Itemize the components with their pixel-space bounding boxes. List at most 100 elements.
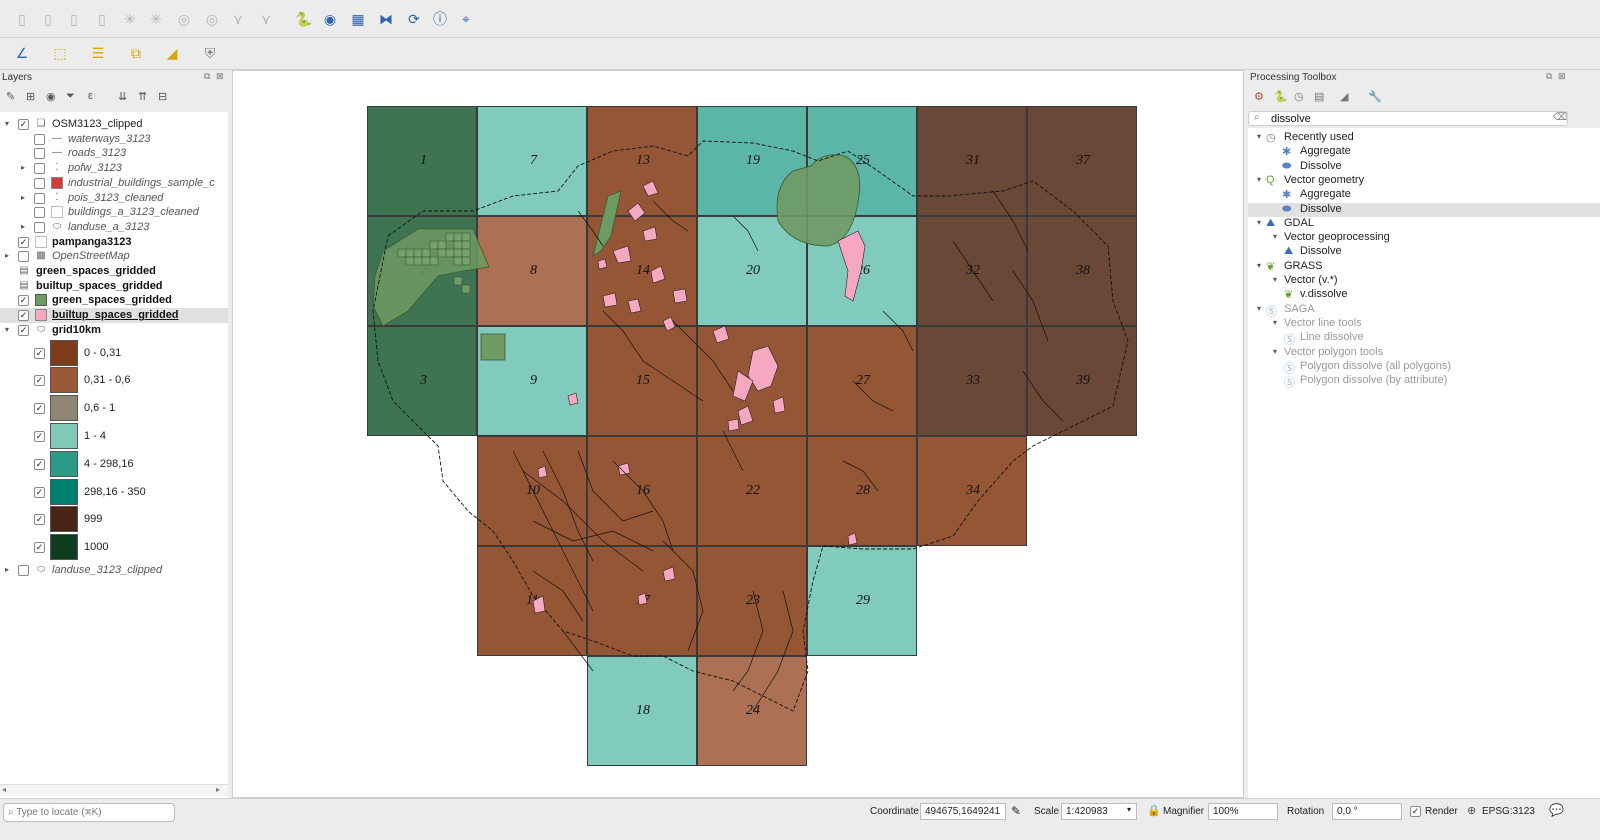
scroll-right-icon[interactable]: ▸ (216, 785, 220, 794)
histogram-icon[interactable]: ▯ (12, 9, 32, 29)
profile-tool-icon[interactable]: ∠ (12, 43, 32, 63)
label-tool-icon[interactable]: ◢ (162, 43, 182, 63)
layer-row[interactable]: ▸ ⁚ pofw_3123 (0, 161, 228, 176)
vertex-tool-icon[interactable]: ⋎ (228, 9, 248, 29)
toolbox-row[interactable]: ▾ Q Vector geometry (1248, 174, 1600, 188)
circle2-icon[interactable]: ◎ (202, 9, 222, 29)
osm-plugin-icon[interactable]: ◉ (320, 9, 340, 29)
legend-item-checkbox[interactable]: ✓ (34, 542, 45, 554)
layer-row[interactable]: ▸ ⬭ landuse_3123_clipped (0, 563, 228, 578)
locate-input[interactable]: ⌕ Type to locate (⌘K) (3, 803, 175, 822)
layer-row[interactable]: ✓ pampanga3123 (0, 235, 228, 250)
layer-row[interactable]: industrial_buildings_sample_c (0, 176, 228, 191)
toolbox-row[interactable]: ▾ Vector (v.*) (1248, 274, 1600, 288)
chevron-down-icon[interactable]: ▾ (1254, 304, 1264, 313)
layer-visibility-checkbox[interactable]: ✓ (18, 295, 29, 307)
layer-row[interactable]: ▾ ✓ ⬭ grid10km (0, 323, 228, 338)
legend-item-checkbox[interactable]: ✓ (34, 430, 45, 442)
toolbox-row[interactable]: ▾ ❦ GRASS (1248, 260, 1600, 274)
layer-row[interactable]: ▾ ✓ ❏ OSM3123_clipped (0, 117, 228, 132)
coord-capture-icon[interactable]: ⌖ (456, 9, 476, 29)
toolbox-row[interactable]: ▾ Vector polygon tools (1248, 346, 1600, 360)
legend-item-checkbox[interactable]: ✓ (34, 375, 45, 387)
collapse-all-icon[interactable]: ⇈ (138, 90, 147, 103)
chevron-down-icon[interactable]: ▾ (1254, 261, 1264, 270)
layer-row[interactable]: ▤ builtup_spaces_gridded (0, 279, 228, 294)
clear-search-icon[interactable]: ⌫ (1553, 112, 1567, 123)
chevron-down-icon[interactable]: ▾ (2, 325, 12, 334)
history-icon[interactable]: ◷ (1294, 90, 1304, 103)
toolbox-row[interactable]: ▾ Ⓢ SAGA (1248, 303, 1600, 318)
layer-visibility-checkbox[interactable]: ✓ (18, 324, 29, 336)
scroll-left-icon[interactable]: ◂ (2, 785, 6, 794)
layer-visibility-checkbox[interactable] (34, 163, 45, 175)
node2-icon[interactable]: ✳ (146, 9, 166, 29)
histogram4-icon[interactable]: ▯ (92, 9, 112, 29)
float-panel-icon[interactable]: ⧉ (204, 71, 210, 82)
legend-item[interactable]: ✓ 999 (0, 506, 228, 533)
layer-row[interactable]: ▸ ⁚ pois_3123_cleaned (0, 191, 228, 206)
chevron-right-icon[interactable]: ▸ (18, 163, 28, 172)
layers-tree[interactable]: ▾ ✓ ❏ OSM3123_clipped — waterways_3123 — roads_… (0, 112, 228, 802)
toolbox-row[interactable]: Ⓢ Polygon dissolve (by attribute) (1248, 374, 1600, 389)
legend-item-checkbox[interactable]: ✓ (34, 458, 45, 470)
layer-row[interactable]: ▸ ▩ OpenStreetMap (0, 249, 228, 264)
chevron-down-icon[interactable]: ▾ (2, 119, 12, 128)
layer-visibility-checkbox[interactable] (34, 177, 45, 189)
crs-label[interactable]: EPSG:3123 (1482, 806, 1535, 817)
delete-selection-icon[interactable]: ⧉ (126, 43, 146, 63)
render-checkbox[interactable]: ✓ (1410, 806, 1421, 817)
grid-plugin-icon[interactable]: ▦ (348, 9, 368, 29)
legend-item[interactable]: ✓ 1 - 4 (0, 422, 228, 450)
layer-row[interactable]: ▸ ⬭ landuse_a_3123 (0, 220, 228, 235)
chevron-down-icon[interactable]: ▾ (1270, 318, 1280, 327)
legend-item[interactable]: ✓ 1000 (0, 534, 228, 561)
magnifier-field[interactable]: 100% (1208, 803, 1278, 820)
chevron-down-icon[interactable]: ▾ (1127, 805, 1131, 814)
network-icon[interactable]: ⧓ (376, 9, 396, 29)
lock-icon[interactable]: 🔒 (1147, 804, 1161, 817)
map-canvas[interactable]: 1237891011131415161718192021222324252627… (232, 70, 1244, 798)
coordinate-field[interactable]: 494675,1649241 (920, 803, 1006, 820)
legend-item[interactable]: ✓ 0,6 - 1 (0, 395, 228, 422)
layer-row[interactable]: — waterways_3123 (0, 132, 228, 147)
layer-visibility-checkbox[interactable] (18, 564, 29, 576)
toolbox-row[interactable]: ▾ Vector line tools (1248, 317, 1600, 331)
expression-icon[interactable]: ε (88, 90, 93, 102)
layer-visibility-checkbox[interactable]: ✓ (18, 236, 29, 248)
layer-row[interactable]: ✓ green_spaces_gridded (0, 293, 228, 308)
layer-row[interactable]: ▤ green_spaces_gridded (0, 264, 228, 279)
models-icon[interactable]: ⚙ (1254, 90, 1264, 103)
legend-item-checkbox[interactable]: ✓ (34, 403, 45, 415)
toolbox-row[interactable]: ▾ ⛰ GDAL (1248, 217, 1600, 231)
legend-item[interactable]: ✓ 298,16 - 350 (0, 478, 228, 506)
layer-visibility-checkbox[interactable] (34, 192, 45, 204)
remove-layer-icon[interactable]: ⊟ (158, 90, 167, 103)
histogram3-icon[interactable]: ▯ (64, 9, 84, 29)
sync-icon[interactable]: ⟳ (404, 9, 424, 29)
toolbox-row[interactable]: Ⓢ Line dissolve (1248, 331, 1600, 346)
circle-tool-icon[interactable]: ◎ (174, 9, 194, 29)
results-icon[interactable]: ▤ (1314, 90, 1324, 103)
legend-item-checkbox[interactable]: ✓ (34, 514, 45, 526)
chevron-down-icon[interactable]: ▾ (1270, 232, 1280, 241)
toolbox-row[interactable]: ⬬ Dissolve (1248, 202, 1600, 217)
float-panel-icon[interactable]: ⧉ (1546, 71, 1552, 82)
node-tool-icon[interactable]: ✳ (120, 9, 140, 29)
toolbox-row[interactable]: ✱ Aggregate (1248, 145, 1600, 159)
filter-legend-icon[interactable]: ◉ (46, 90, 56, 103)
layer-visibility-checkbox[interactable] (34, 207, 45, 219)
toolbox-row[interactable]: ▾ Vector geoprocessing (1248, 231, 1600, 245)
legend-item-checkbox[interactable]: ✓ (34, 347, 45, 359)
info-icon[interactable]: ⓘ (430, 9, 450, 29)
toolbox-row[interactable]: ⛰ Dissolve (1248, 245, 1600, 259)
chevron-right-icon[interactable]: ▸ (18, 222, 28, 231)
toolbox-row[interactable]: ❦ v.dissolve (1248, 288, 1600, 302)
layer-row[interactable]: ✓ builtup_spaces_gridded (0, 308, 228, 324)
python-console-icon[interactable]: 🐍 (294, 9, 314, 29)
layer-visibility-checkbox[interactable] (34, 221, 45, 233)
legend-item[interactable]: ✓ 0,31 - 0,6 (0, 367, 228, 394)
chevron-down-icon[interactable]: ▾ (1254, 132, 1264, 141)
toolbox-row[interactable]: ▾ ◷ Recently used (1248, 131, 1600, 145)
layer-visibility-checkbox[interactable]: ✓ (18, 310, 29, 322)
